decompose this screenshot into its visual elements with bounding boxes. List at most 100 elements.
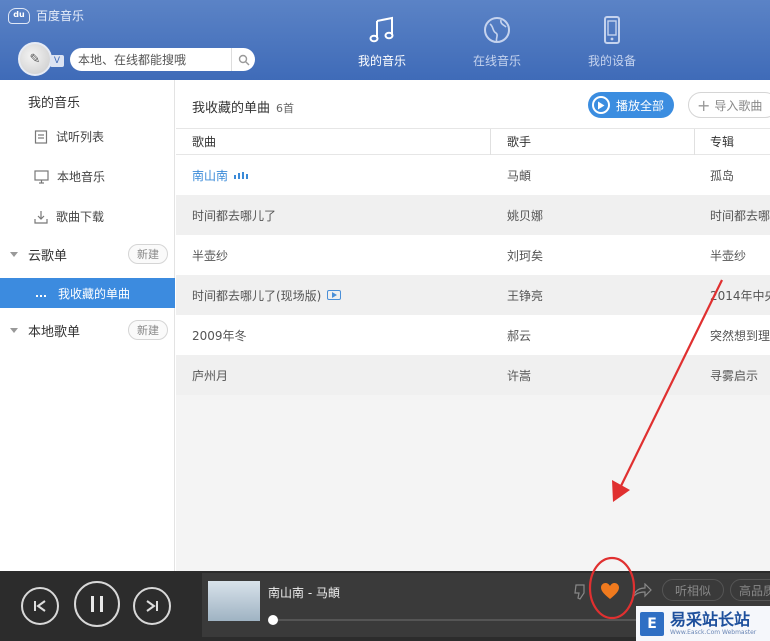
user-avatar[interactable]: ✎ [18,42,52,76]
play-all-label: 播放全部 [616,98,665,113]
search-input[interactable] [78,52,230,67]
previous-button[interactable] [21,587,59,625]
album-cover[interactable] [208,581,260,621]
album-cell[interactable]: 2014年中央 [710,287,770,304]
playlist-header: 我收藏的单曲 6首 播放全部 + 导入歌曲 [176,80,770,128]
heart-icon[interactable] [600,582,620,600]
tab-online-music[interactable]: 在线音乐 [462,14,532,69]
table-row[interactable]: 时间都去哪儿了(现场版) 王铮亮 2014年中央 [176,275,770,315]
import-label: 导入歌曲 [714,98,763,113]
share-icon[interactable] [632,583,652,599]
search-button[interactable] [231,48,255,71]
sidebar-item-label: 我收藏的单曲 [58,286,131,301]
table-header: 歌曲 歌手 专辑 [176,128,770,155]
artist-cell[interactable]: 许嵩 [507,367,531,384]
sidebar-item-song-download[interactable]: 歌曲下载 [34,208,104,225]
collapse-arrow-icon[interactable] [10,327,18,333]
search-icon [238,54,249,65]
sidebar-item-label: 试听列表 [56,130,105,144]
import-songs-button[interactable]: + 导入歌曲 [688,92,770,118]
album-cell[interactable]: 半壶纱 [710,247,746,264]
song-cell: 南山南 [192,167,249,184]
song-title: 2009年冬 [192,328,247,343]
song-title: 南山南 [192,168,229,183]
download-icon [34,210,48,224]
table-row[interactable]: 南山南 马頔 孤岛 [176,155,770,195]
column-divider[interactable] [490,129,491,155]
baidu-logo-icon: du [8,7,30,24]
listen-similar-button[interactable]: 听相似 [662,579,724,601]
now-playing-title[interactable]: 南山南 - 马頔 [268,584,340,601]
sidebar-title: 我的音乐 [28,96,81,111]
column-header-song[interactable]: 歌曲 [192,133,216,150]
artist-cell[interactable]: 马頔 [507,167,531,184]
plus-icon: + [697,95,711,115]
sidebar-item-favorite-songs[interactable]: 我收藏的单曲 [0,278,175,308]
album-cell[interactable]: 孤岛 [710,167,734,184]
equalizer-icon [36,295,46,297]
album-cell[interactable]: 时间都去哪 [710,207,770,224]
new-cloud-playlist-button[interactable]: 新建 [128,244,168,264]
search-box [70,48,255,71]
music-note-icon [369,16,394,43]
list-icon [34,129,48,144]
next-button[interactable] [133,587,171,625]
sidebar-group-local-playlist[interactable]: 本地歌单 新建 [10,320,168,340]
column-header-album[interactable]: 专辑 [710,133,734,150]
site-watermark: E 易采站长站 Www.Easck.Com Webmaster [636,606,770,641]
group-label: 本地歌单 [28,324,81,340]
artist-cell[interactable]: 刘珂矣 [507,247,543,264]
vip-badge-icon[interactable]: V [50,55,64,67]
sidebar-item-label: 歌曲下载 [56,210,105,224]
table-row[interactable]: 时间都去哪儿了 姚贝娜 时间都去哪 [176,195,770,235]
new-local-playlist-button[interactable]: 新建 [128,320,168,340]
quality-button[interactable]: 高品质 [730,579,770,601]
album-cell[interactable]: 寻雾启示 [710,367,758,384]
mv-play-icon[interactable] [327,290,342,300]
previous-icon [34,600,46,612]
globe-icon [484,17,510,43]
song-count: 6首 [276,102,295,115]
watermark-text: 易采站长站 [670,609,751,629]
app-title: 百度音乐 [36,9,85,23]
watermark-subtext: Www.Easck.Com Webmaster [670,628,757,636]
sidebar-item-local-music[interactable]: 本地音乐 [34,168,105,185]
song-title: 庐州月 [192,368,229,383]
sidebar-item-trial-list[interactable]: 试听列表 [34,128,104,145]
tab-label: 在线音乐 [472,54,521,68]
play-icon [592,96,610,114]
device-icon [604,16,620,44]
group-label: 云歌单 [28,248,68,264]
table-row[interactable]: 庐州月 许嵩 寻雾启示 [176,355,770,395]
header-bar: du 百度音乐 ✎ V 我的音乐 [0,0,770,80]
sidebar-group-cloud-playlist[interactable]: 云歌单 新建 [10,244,168,264]
column-divider[interactable] [694,129,695,155]
play-all-button[interactable]: 播放全部 [588,92,674,118]
sidebar-item-label: 本地音乐 [57,170,106,184]
pause-icon [91,596,103,612]
artist-cell[interactable]: 王铮亮 [507,287,543,304]
artist-cell[interactable]: 郝云 [507,327,531,344]
next-icon [146,600,158,612]
column-header-artist[interactable]: 歌手 [507,133,531,150]
main-panel: 我收藏的单曲 6首 播放全部 + 导入歌曲 歌曲 歌手 专辑 南山南 马頔 孤岛… [176,80,770,571]
song-title: 半壶纱 [192,248,229,263]
song-title: 时间都去哪儿了(现场版) [192,288,322,303]
table-row[interactable]: 半壶纱 刘珂矣 半壶纱 [176,235,770,275]
song-title: 时间都去哪儿了 [192,208,277,223]
dislike-icon[interactable] [572,583,588,601]
album-cell[interactable]: 突然想到理 [710,327,770,344]
tab-my-music[interactable]: 我的音乐 [347,14,417,69]
collapse-arrow-icon[interactable] [10,251,18,257]
pause-button[interactable] [74,581,120,627]
playlist-title: 我收藏的单曲 6首 [192,97,294,116]
table-row[interactable]: 2009年冬 郝云 突然想到理 [176,315,770,355]
song-cell: 时间都去哪儿了(现场版) [192,287,342,304]
tab-my-device[interactable]: 我的设备 [577,14,647,69]
tab-label: 我的音乐 [357,54,406,68]
artist-cell[interactable]: 姚贝娜 [507,207,543,224]
watermark-logo-icon: E [640,611,664,636]
app-brand: du 百度音乐 [8,7,84,24]
sidebar: 我的音乐 试听列表 本地音乐 歌曲下载 云歌单 新建 我收藏的单曲 本地歌单 新… [0,80,175,571]
progress-handle[interactable] [268,615,278,625]
